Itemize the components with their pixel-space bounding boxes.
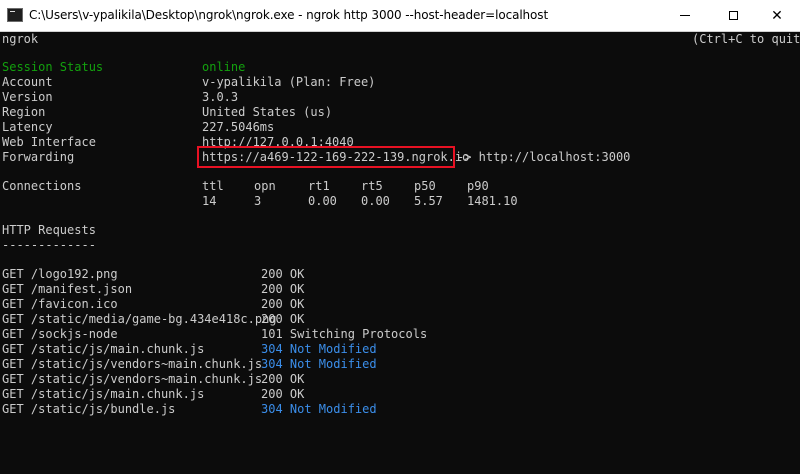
latency-label: Latency <box>2 120 53 134</box>
web-interface-label: Web Interface <box>2 135 96 149</box>
terminal-icon <box>7 8 23 22</box>
region-value: United States (us) <box>202 105 333 119</box>
http-requests-title: HTTP Requests <box>2 223 96 237</box>
maximize-button[interactable] <box>710 0 756 31</box>
region-label: Region <box>2 105 46 119</box>
version-label: Version <box>2 90 53 104</box>
request-path: GET /static/js/bundle.js <box>2 402 176 416</box>
request-status: 200 OK <box>261 372 305 386</box>
app-name: ngrok <box>2 32 39 46</box>
close-button[interactable]: ✕ <box>754 0 800 31</box>
request-status: 200 OK <box>261 312 305 326</box>
conn-header-rt1: rt1 <box>308 179 330 193</box>
version-value: 3.0.3 <box>202 90 239 104</box>
terminal-output[interactable]: ngrok (Ctrl+C to quit) Session Status on… <box>0 32 800 474</box>
close-icon: ✕ <box>771 7 783 24</box>
request-path: GET /static/js/main.chunk.js <box>2 387 205 401</box>
forwarding-target: -> http://localhost:3000 <box>457 150 631 164</box>
request-path: GET /static/js/main.chunk.js <box>2 342 205 356</box>
conn-value-p90: 1481.10 <box>467 194 518 208</box>
request-path: GET /static/media/game-bg.434e418c.png <box>2 312 277 326</box>
request-path: GET /manifest.json <box>2 282 133 296</box>
conn-value-opn: 3 <box>254 194 262 208</box>
request-status: 304 Not Modified <box>261 342 377 356</box>
account-label: Account <box>2 75 53 89</box>
request-status: 200 OK <box>261 297 305 311</box>
request-status: 200 OK <box>261 387 305 401</box>
request-path: GET /favicon.ico <box>2 297 118 311</box>
quit-hint: (Ctrl+C to quit) <box>692 32 800 46</box>
conn-value-p50: 5.57 <box>414 194 443 208</box>
request-path: GET /static/js/vendors~main.chunk.js <box>2 357 263 371</box>
minimize-icon <box>680 15 690 16</box>
conn-header-opn: opn <box>254 179 276 193</box>
connections-label: Connections <box>2 179 82 193</box>
conn-value-rt5: 0.00 <box>361 194 390 208</box>
conn-header-rt5: rt5 <box>361 179 383 193</box>
request-path: GET /sockjs-node <box>2 327 118 341</box>
conn-header-ttl: ttl <box>202 179 224 193</box>
conn-value-rt1: 0.00 <box>308 194 337 208</box>
account-value: v-ypalikila (Plan: Free) <box>202 75 376 89</box>
window-title: C:\Users\v-ypalikila\Desktop\ngrok\ngrok… <box>29 8 549 22</box>
session-status-label: Session Status <box>2 60 104 74</box>
request-status: 304 Not Modified <box>261 402 377 416</box>
maximize-icon <box>728 11 738 20</box>
minimize-button[interactable] <box>662 0 708 31</box>
forwarding-label: Forwarding <box>2 150 75 164</box>
request-status: 304 Not Modified <box>261 357 377 371</box>
request-path: GET /logo192.png <box>2 267 118 281</box>
session-status-value: online <box>202 60 246 74</box>
conn-header-p90: p90 <box>467 179 489 193</box>
conn-value-ttl: 14 <box>202 194 217 208</box>
request-status: 200 OK <box>261 282 305 296</box>
forwarding-highlight-box <box>197 146 455 168</box>
http-requests-underline: ------------- <box>2 238 96 252</box>
request-status: 200 OK <box>261 267 305 281</box>
window-titlebar[interactable]: C:\Users\v-ypalikila\Desktop\ngrok\ngrok… <box>0 0 800 32</box>
request-path: GET /static/js/vendors~main.chunk.js <box>2 372 263 386</box>
latency-value: 227.5046ms <box>202 120 275 134</box>
conn-header-p50: p50 <box>414 179 436 193</box>
request-status: 101 Switching Protocols <box>261 327 428 341</box>
